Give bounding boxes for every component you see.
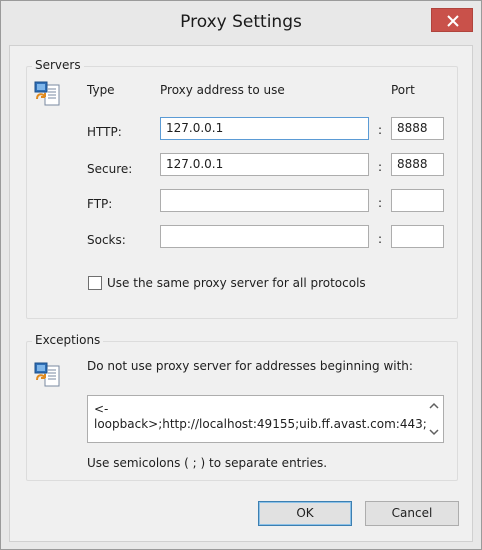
- secure-colon: :: [378, 160, 383, 174]
- exceptions-description: Do not use proxy server for addresses be…: [87, 359, 413, 373]
- socks-label: Socks:: [87, 233, 126, 247]
- ok-button[interactable]: OK: [258, 501, 352, 526]
- exceptions-group: Exceptions Do not use proxy server for a…: [26, 333, 458, 481]
- port-header: Port: [391, 83, 415, 97]
- secure-label: Secure:: [87, 162, 133, 176]
- same-proxy-checkbox[interactable]: [88, 276, 102, 290]
- socks-port-input[interactable]: [391, 225, 444, 248]
- proxy-settings-dialog: Proxy Settings Servers Type Proxy addres…: [0, 0, 482, 550]
- exceptions-line-2: loopback>;http://localhost:49155;uib.ff.…: [94, 417, 427, 431]
- socks-address-input[interactable]: [160, 225, 369, 248]
- address-header: Proxy address to use: [160, 83, 285, 97]
- same-proxy-label[interactable]: Use the same proxy server for all protoc…: [107, 276, 366, 290]
- ftp-port-input[interactable]: [391, 189, 444, 212]
- exceptions-text: <- loopback>;http://localhost:49155;uib.…: [94, 402, 427, 432]
- dialog-body: Servers Type Proxy address to use Port H…: [9, 45, 473, 542]
- close-button[interactable]: [431, 8, 473, 32]
- ftp-label: FTP:: [87, 197, 113, 211]
- http-colon: :: [378, 123, 383, 137]
- http-port-input[interactable]: 8888: [391, 117, 444, 140]
- exceptions-line-1: <-: [94, 402, 109, 416]
- ftp-colon: :: [378, 196, 383, 210]
- http-address-input[interactable]: 127.0.0.1: [160, 117, 369, 140]
- network-computer-icon: [33, 79, 63, 111]
- network-computer-icon: [33, 360, 63, 392]
- secure-port-input[interactable]: 8888: [391, 153, 444, 176]
- exceptions-group-label: Exceptions: [32, 333, 104, 347]
- socks-colon: :: [378, 232, 383, 246]
- cancel-button[interactable]: Cancel: [365, 501, 459, 526]
- ftp-address-input[interactable]: [160, 189, 369, 212]
- dialog-title: Proxy Settings: [180, 12, 302, 32]
- chevron-down-icon[interactable]: [429, 427, 439, 437]
- close-icon: [447, 15, 459, 27]
- title-bar[interactable]: Proxy Settings: [1, 1, 481, 45]
- secure-address-input[interactable]: 127.0.0.1: [160, 153, 369, 176]
- servers-group: Servers Type Proxy address to use Port H…: [26, 58, 458, 319]
- chevron-up-icon[interactable]: [429, 401, 439, 411]
- exceptions-textarea[interactable]: <- loopback>;http://localhost:49155;uib.…: [87, 395, 444, 443]
- exceptions-scrollbar[interactable]: [426, 397, 442, 441]
- type-header: Type: [87, 83, 115, 97]
- servers-group-label: Servers: [32, 58, 84, 72]
- http-label: HTTP:: [87, 125, 122, 139]
- exceptions-hint: Use semicolons ( ; ) to separate entries…: [87, 456, 328, 470]
